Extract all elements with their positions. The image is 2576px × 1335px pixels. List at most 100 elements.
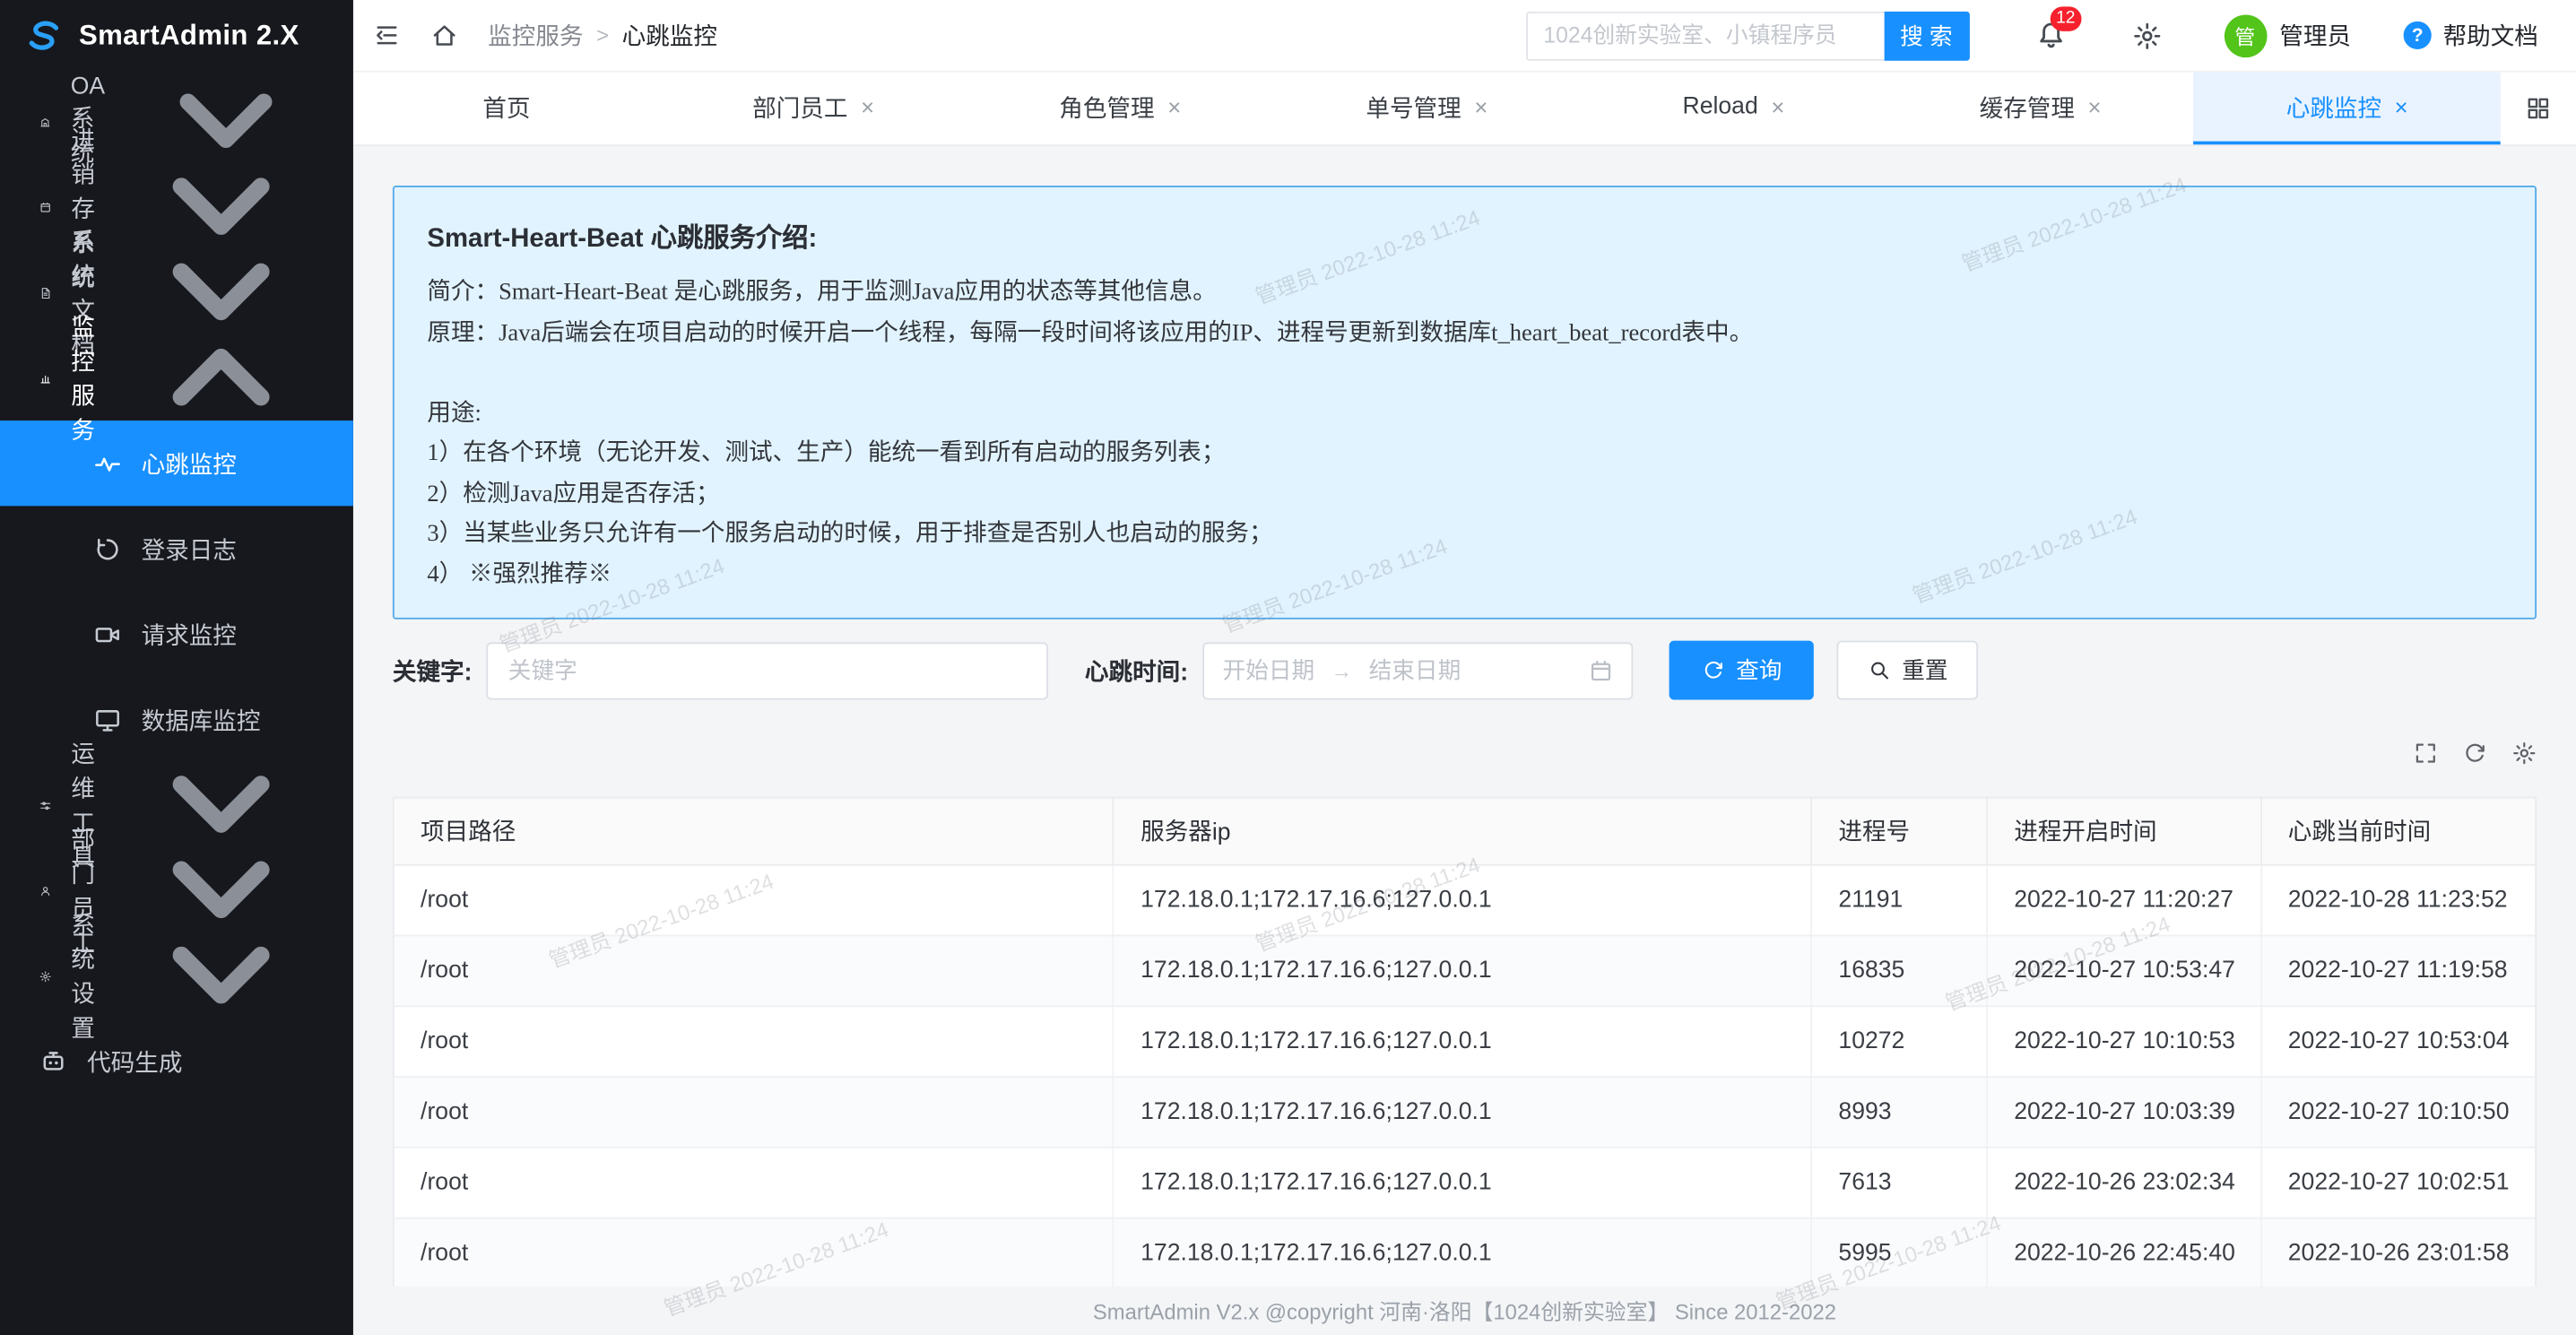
intro-line (427, 353, 2502, 394)
table-row[interactable]: /root172.18.0.1;172.17.16.6;127.0.0.1599… (395, 1218, 2535, 1288)
search-input[interactable] (1525, 11, 1883, 60)
tab-label: Reload (1683, 93, 1758, 119)
document-icon (39, 279, 51, 307)
tab-reload[interactable]: Reload (1580, 73, 1886, 145)
column-settings-icon[interactable] (2512, 740, 2537, 764)
sidebar-item-label: 监控服务 (71, 308, 95, 446)
table-row[interactable]: /root172.18.0.1;172.17.16.6;127.0.0.1761… (395, 1147, 2535, 1218)
tab-label: 心跳监控 (2286, 90, 2381, 124)
refresh-icon[interactable] (2463, 740, 2487, 764)
table-cell: 8993 (1811, 1076, 1987, 1147)
tab-dept-staff[interactable]: 部门员工 (660, 73, 967, 145)
table-cell: 2022-10-27 10:02:51 (2261, 1147, 2536, 1218)
sidebar-item-label: 代码生成 (87, 1044, 327, 1078)
tab-serial-mgmt[interactable]: 单号管理 (1273, 73, 1580, 145)
table-cell: 172.18.0.1;172.17.16.6;127.0.0.1 (1114, 1005, 1811, 1076)
tab-bar: 首页 部门员工 角色管理 单号管理 Reload (353, 73, 2576, 146)
close-icon[interactable] (2395, 95, 2408, 118)
intro-title: Smart-Heart-Beat 心跳服务介绍: (427, 215, 2502, 255)
column-header[interactable]: 进程开启时间 (1987, 798, 2261, 863)
help-link[interactable]: ? 帮助文档 (2404, 18, 2538, 52)
table-cell: 172.18.0.1;172.17.16.6;127.0.0.1 (1114, 1076, 1811, 1147)
table-cell: 172.18.0.1;172.17.16.6;127.0.0.1 (1114, 864, 1811, 935)
sidebar-item-settings[interactable]: 系统设置 (0, 933, 353, 1019)
table-cell: 2022-10-26 23:01:58 (2261, 1218, 2536, 1288)
intro-line: 简介：Smart-Heart-Beat 是心跳服务，用于监测Java应用的状态等… (427, 273, 2502, 313)
tab-cache-mgmt[interactable]: 缓存管理 (1887, 73, 2194, 145)
table-row[interactable]: /root172.18.0.1;172.17.16.6;127.0.0.1168… (395, 935, 2535, 1006)
table-row[interactable]: /root172.18.0.1;172.17.16.6;127.0.0.1899… (395, 1076, 2535, 1147)
fullscreen-icon[interactable] (2414, 740, 2438, 764)
reset-button[interactable]: 重置 (1837, 641, 1979, 700)
history-icon (93, 534, 121, 562)
question-circle-icon: ? (2404, 22, 2432, 49)
tab-options-button[interactable] (2501, 73, 2576, 145)
close-icon[interactable] (1474, 95, 1487, 118)
table-cell: /root (395, 1218, 1114, 1288)
breadcrumb-parent[interactable]: 监控服务 (488, 18, 583, 52)
home-icon[interactable] (430, 22, 458, 49)
table-cell: /root (395, 935, 1114, 1006)
logo-icon (22, 14, 65, 58)
calendar-icon[interactable] (1589, 658, 1613, 682)
close-icon[interactable] (1167, 95, 1181, 118)
search-button[interactable]: 搜 索 (1884, 11, 1969, 60)
date-range-picker[interactable]: 开始日期 → 结束日期 (1203, 642, 1634, 699)
sidebar-item-request-monitor[interactable]: 请求监控 (0, 592, 353, 677)
table-cell: 16835 (1811, 935, 1987, 1006)
start-date-placeholder[interactable]: 开始日期 (1223, 654, 1315, 687)
table-cell: 2022-10-26 22:45:40 (1987, 1218, 2261, 1288)
intro-line: 原理：Java后端会在项目启动的时候开启一个线程，每隔一段时间将该应用的IP、进… (427, 313, 2502, 353)
table-cell: 7613 (1811, 1147, 1987, 1218)
username: 管理员 (2279, 18, 2351, 52)
tab-heartbeat[interactable]: 心跳监控 (2194, 73, 2501, 145)
query-button[interactable]: 查询 (1670, 641, 1814, 700)
table-row[interactable]: /root172.18.0.1;172.17.16.6;127.0.0.1211… (395, 864, 2535, 935)
user-menu[interactable]: 管 管理员 (2224, 14, 2351, 57)
end-date-placeholder[interactable]: 结束日期 (1369, 654, 1461, 687)
building-icon (39, 108, 51, 135)
footer-text: SmartAdmin V2.x @copyright 河南·洛阳【1024创新实… (1093, 1295, 1836, 1326)
table-cell: 172.18.0.1;172.17.16.6;127.0.0.1 (1114, 1147, 1811, 1218)
close-icon[interactable] (2088, 95, 2102, 118)
sidebar-item-login-log[interactable]: 登录日志 (0, 506, 353, 591)
refresh-icon (1702, 659, 1725, 682)
table-header-row: 项目路径 服务器ip 进程号 进程开启时间 心跳当前时间 (395, 798, 2535, 863)
table-cell: 5995 (1811, 1218, 1987, 1288)
table-cell: 2022-10-26 23:02:34 (1987, 1147, 2261, 1218)
table-row[interactable]: /root172.18.0.1;172.17.16.6;127.0.0.1102… (395, 1005, 2535, 1076)
table-cell: 2022-10-27 10:03:39 (1987, 1076, 2261, 1147)
column-header[interactable]: 进程号 (1811, 798, 1987, 863)
tab-label: 部门员工 (752, 90, 847, 124)
column-header[interactable]: 项目路径 (395, 798, 1114, 863)
tab-role-mgmt[interactable]: 角色管理 (967, 73, 1273, 145)
menu-fold-icon[interactable] (373, 22, 401, 49)
page-content: Smart-Heart-Beat 心跳服务介绍: 简介：Smart-Heart-… (353, 146, 2576, 1335)
logo[interactable]: SmartAdmin 2.X (0, 0, 353, 73)
gear-icon[interactable] (2131, 21, 2161, 50)
column-header[interactable]: 服务器ip (1114, 798, 1811, 863)
sidebar-item-label: 登录日志 (142, 532, 237, 566)
column-header[interactable]: 心跳当前时间 (2261, 798, 2536, 863)
table-cell: 2022-10-27 10:53:47 (1987, 935, 2261, 1006)
close-icon[interactable] (1771, 95, 1784, 118)
breadcrumb-current: 心跳监控 (622, 18, 717, 52)
table-cell: /root (395, 864, 1114, 935)
sidebar-item-monitor[interactable]: 监控服务 (0, 335, 353, 420)
heartbeat-icon (93, 449, 121, 477)
keyword-input[interactable] (487, 642, 1049, 699)
intro-line: 2）检测Java应用是否存活； (427, 474, 2502, 515)
breadcrumb-separator: > (596, 23, 609, 48)
notification-badge: 12 (2050, 6, 2082, 30)
intro-panel: Smart-Heart-Beat 心跳服务介绍: 简介：Smart-Heart-… (393, 186, 2537, 620)
notifications[interactable]: 12 (2034, 20, 2066, 51)
table-cell: 172.18.0.1;172.17.16.6;127.0.0.1 (1114, 935, 1811, 1006)
table-body: /root172.18.0.1;172.17.16.6;127.0.0.1211… (395, 864, 2535, 1288)
sidebar-item-label: 请求监控 (142, 617, 237, 651)
keyword-label: 关键字: (393, 653, 473, 687)
tab-label: 角色管理 (1059, 90, 1154, 124)
main-area: 监控服务 > 心跳监控 搜 索 12 (353, 0, 2576, 1335)
robot-icon (39, 1047, 67, 1075)
close-icon[interactable] (861, 95, 874, 118)
tab-home[interactable]: 首页 (353, 73, 660, 145)
